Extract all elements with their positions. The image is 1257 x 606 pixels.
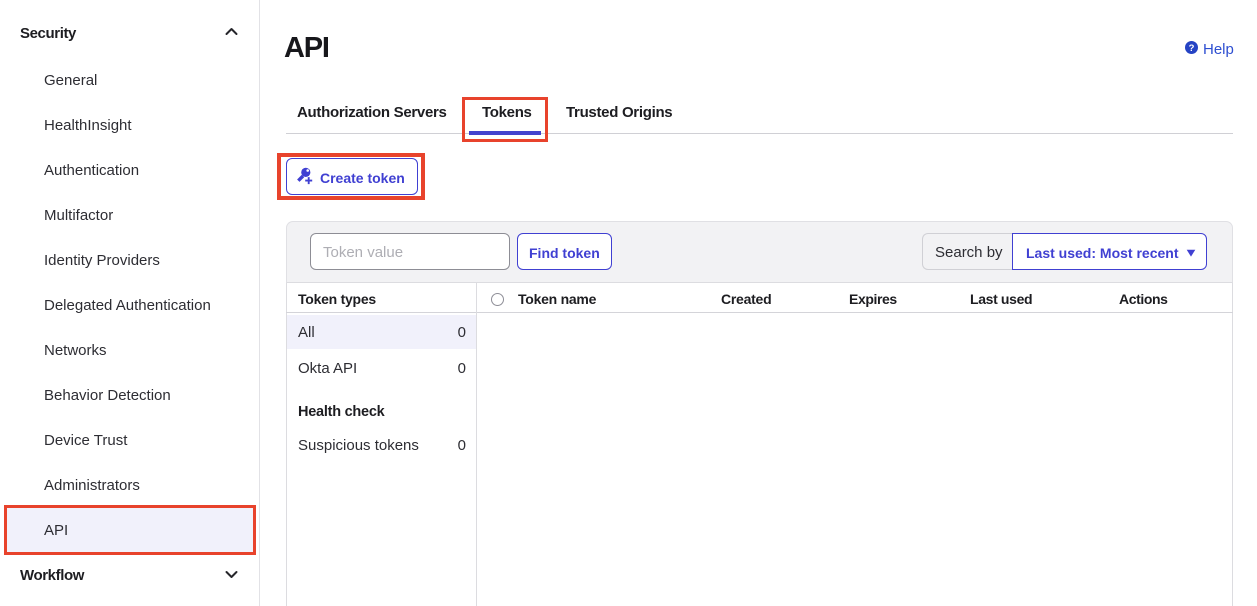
svg-text:?: ? [1189, 43, 1195, 54]
